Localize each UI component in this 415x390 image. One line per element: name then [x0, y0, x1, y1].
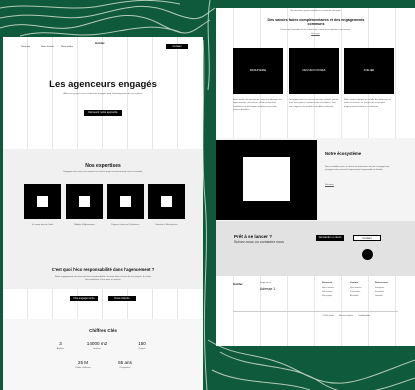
- footer-link[interactable]: Facebook: [375, 291, 384, 293]
- figure-value: 3: [59, 341, 62, 346]
- footer-privacy-link[interactable]: Confidentialité: [358, 315, 370, 317]
- nav-logo[interactable]: Golder: [95, 41, 105, 45]
- responsibility-text: Notre engagement en faveur de l'éco-resp…: [54, 276, 152, 281]
- ecosystem-link[interactable]: Découvrir: [325, 184, 334, 186]
- expertise-card-image[interactable]: [107, 184, 144, 219]
- footer-link[interactable]: Nos projets: [322, 295, 332, 297]
- savoir-faire-wireframe: Nos savoir-faire, pensés ensemble et au …: [216, 8, 415, 346]
- figure-label: Ateliers: [56, 348, 65, 350]
- section-subtitle: Découvrez l'ensemble de nos savoir-faire…: [280, 29, 351, 31]
- footer-logo[interactable]: Golder: [233, 282, 243, 286]
- footer-col-title: Découvrir: [322, 282, 333, 284]
- figure-label: D'expertise: [119, 367, 131, 369]
- figure-label: Surface: [93, 348, 101, 350]
- figure-label: Chiffre d'affaires: [75, 367, 91, 369]
- footer-link[interactable]: Recrutement: [350, 287, 361, 289]
- avatar: [362, 249, 373, 260]
- cta-title: Prêt à se lancer ?: [234, 234, 273, 239]
- ecosystem-image: [216, 140, 317, 220]
- footer-link[interactable]: Actualités: [350, 295, 359, 297]
- figure-label: Projets: [138, 348, 146, 350]
- footer-link[interactable]: Nos métiers: [322, 291, 333, 293]
- cta-subtitle: Suivez-nous ou contactez nous: [234, 240, 284, 244]
- section-top-text: Nos savoir-faire, pensés ensemble et au …: [290, 10, 341, 12]
- expertise-card-image[interactable]: [66, 184, 103, 219]
- skill-card-text: Notre atelier fabrique et installe des é…: [344, 99, 391, 108]
- homepage-wireframe: Golder Découvrir Notre histoire Notre mé…: [3, 37, 203, 390]
- footer-link[interactable]: LinkedIn: [375, 295, 383, 297]
- skill-card-label: ATELIER: [363, 69, 375, 72]
- footer-legal-link[interactable]: Mentions légales: [339, 315, 353, 317]
- ecosystem-title: Notre écosystème: [325, 151, 362, 156]
- expertise-label: Un savoir-faire de l'unité: [31, 224, 54, 226]
- nav-link-trade[interactable]: Notre métier: [61, 46, 73, 48]
- footer-link[interactable]: Notre histoire: [322, 287, 334, 289]
- footer-address-title: Siège social: [260, 282, 271, 284]
- ecosystem-text: Nous travaillons avec un réseau de parte…: [325, 166, 390, 172]
- expertise-label: Espaces intérieurs & Extérieurs: [111, 224, 140, 226]
- footer-copyright: © 2024 Golder: [322, 315, 335, 317]
- responsibility-title: C'est quoi l'éco responsabilité dans l'a…: [51, 267, 155, 272]
- skill-card-text: Un agencement au service de votre activi…: [289, 99, 339, 108]
- skill-card-label: MENUISERIE: [249, 69, 267, 72]
- quote-button[interactable]: Demander un devis: [316, 235, 344, 241]
- section-link[interactable]: Découvrir: [216, 33, 415, 35]
- history-button[interactable]: Notre histoire: [108, 296, 136, 301]
- expertises-title: Nos expertises: [85, 163, 121, 169]
- figures-title: Chiffres Clés: [89, 328, 117, 333]
- expertise-label: Mobilier & Agencement: [74, 224, 95, 226]
- section-title: Des savoirs faires complémentaires et de…: [267, 18, 365, 27]
- nav-contact-button[interactable]: Contact: [166, 44, 188, 49]
- footer-link[interactable]: Instagram: [375, 287, 384, 289]
- footer-col-title: Suivez-nous: [375, 282, 388, 284]
- skill-card-text: Notre atelier de menuiserie conçoit et f…: [233, 99, 282, 111]
- hero-subtitle: Alliez vos projets à nos savoir-faire en…: [63, 93, 143, 95]
- expertise-card-image[interactable]: [148, 184, 185, 219]
- skill-card-label: DES DEUX ROSES: [302, 69, 326, 72]
- figure-value: 14000 m2: [86, 341, 108, 346]
- nav-link-discover[interactable]: Découvrir: [21, 46, 30, 48]
- expertises-subtitle: Engagez-vous avec nos experts et créez l…: [63, 171, 143, 173]
- expertise-label: Entretien & Maintenance: [155, 224, 178, 226]
- engagements-button[interactable]: Nos engagements: [70, 296, 98, 301]
- figure-value: 150: [138, 341, 146, 346]
- hero-cta-button[interactable]: Découvrir notre approche: [84, 110, 122, 116]
- contact-button[interactable]: Contact: [353, 235, 381, 241]
- expertise-card-image[interactable]: [24, 184, 61, 219]
- footer-divider: [233, 311, 398, 312]
- footer-address-line: Adresse 1: [260, 287, 276, 291]
- figure-value: 65 ans: [118, 360, 132, 365]
- nav-link-history[interactable]: Notre histoire: [41, 46, 54, 48]
- footer-col-title: Contact: [350, 282, 359, 284]
- figure-value: 25 M: [77, 360, 89, 365]
- footer-link[interactable]: Partenaires: [350, 291, 360, 293]
- hero-title: Les agenceurs engagés: [49, 79, 157, 90]
